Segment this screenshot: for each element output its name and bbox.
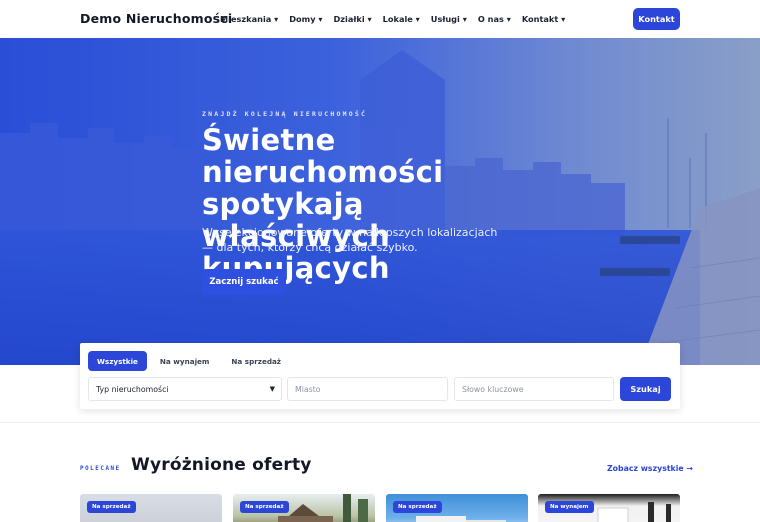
nav-item-kontakt[interactable]: Kontakt ▾ xyxy=(522,14,565,24)
contact-button[interactable]: Kontakt xyxy=(633,8,680,30)
keyword-field[interactable] xyxy=(454,377,614,401)
property-type-select[interactable]: Typ nieruchomości ▼ xyxy=(88,377,282,401)
status-badge: Na sprzedaż xyxy=(240,501,289,513)
tab-all[interactable]: Wszystkie xyxy=(88,351,147,371)
search-panel: Wszystkie Na wynajem Na sprzedaż Typ nie… xyxy=(80,343,680,409)
status-badge: Na sprzedaż xyxy=(87,501,136,513)
nav-item-mieszkania[interactable]: Mieszkania ▾ xyxy=(220,14,278,24)
keyword-input[interactable] xyxy=(462,384,613,394)
site-logo[interactable]: Demo Nieruchomości xyxy=(80,11,232,26)
nav-item-domy[interactable]: Domy ▾ xyxy=(289,14,322,24)
nav-item-o-nas[interactable]: O nas ▾ xyxy=(478,14,511,24)
status-badge: Na wynajem xyxy=(545,501,594,513)
featured-eyebrow: POLECANE xyxy=(80,466,121,472)
city-input[interactable] xyxy=(295,384,447,394)
chevron-down-icon: ▼ xyxy=(269,385,275,393)
city-field[interactable] xyxy=(287,377,448,401)
start-search-button[interactable]: Zacznij szukać xyxy=(202,269,286,295)
hero-section: ZNAJDŹ KOLEJNĄ NIERUCHOMOŚĆ Świetne nier… xyxy=(0,38,760,365)
listing-card[interactable]: Na sprzedaż xyxy=(233,494,375,522)
search-tabs: Wszystkie Na wynajem Na sprzedaż xyxy=(88,351,294,371)
listing-card[interactable]: Na wynajem xyxy=(538,494,680,522)
section-divider xyxy=(0,422,760,423)
tab-for-rent[interactable]: Na wynajem xyxy=(151,351,219,371)
tab-for-sale[interactable]: Na sprzedaż xyxy=(222,351,290,371)
listing-card[interactable]: Na sprzedaż xyxy=(386,494,528,522)
nav-item-uslugi[interactable]: Usługi ▾ xyxy=(431,14,467,24)
main-nav: Mieszkania ▾ Domy ▾ Działki ▾ Lokale ▾ U… xyxy=(220,14,576,24)
listing-card[interactable]: Na sprzedaż xyxy=(80,494,222,522)
hero-eyebrow: ZNAJDŹ KOLEJNĄ NIERUCHOMOŚĆ xyxy=(202,110,368,118)
site-header: Demo Nieruchomości Mieszkania ▾ Domy ▾ D… xyxy=(0,0,760,38)
status-badge: Na sprzedaż xyxy=(393,501,442,513)
nav-item-dzialki[interactable]: Działki ▾ xyxy=(334,14,372,24)
property-type-value: Typ nieruchomości xyxy=(96,384,169,394)
hero-subtitle: Wyselekcjonowane oferty w najlepszych lo… xyxy=(202,226,498,254)
hero-title: Świetne nieruchomości spotykają właściwy… xyxy=(202,123,444,285)
nav-item-lokale[interactable]: Lokale ▾ xyxy=(383,14,420,24)
featured-title: Wyróżnione oferty xyxy=(131,455,312,475)
search-button[interactable]: Szukaj xyxy=(620,377,671,401)
see-all-link[interactable]: Zobacz wszystkie → xyxy=(607,464,693,473)
